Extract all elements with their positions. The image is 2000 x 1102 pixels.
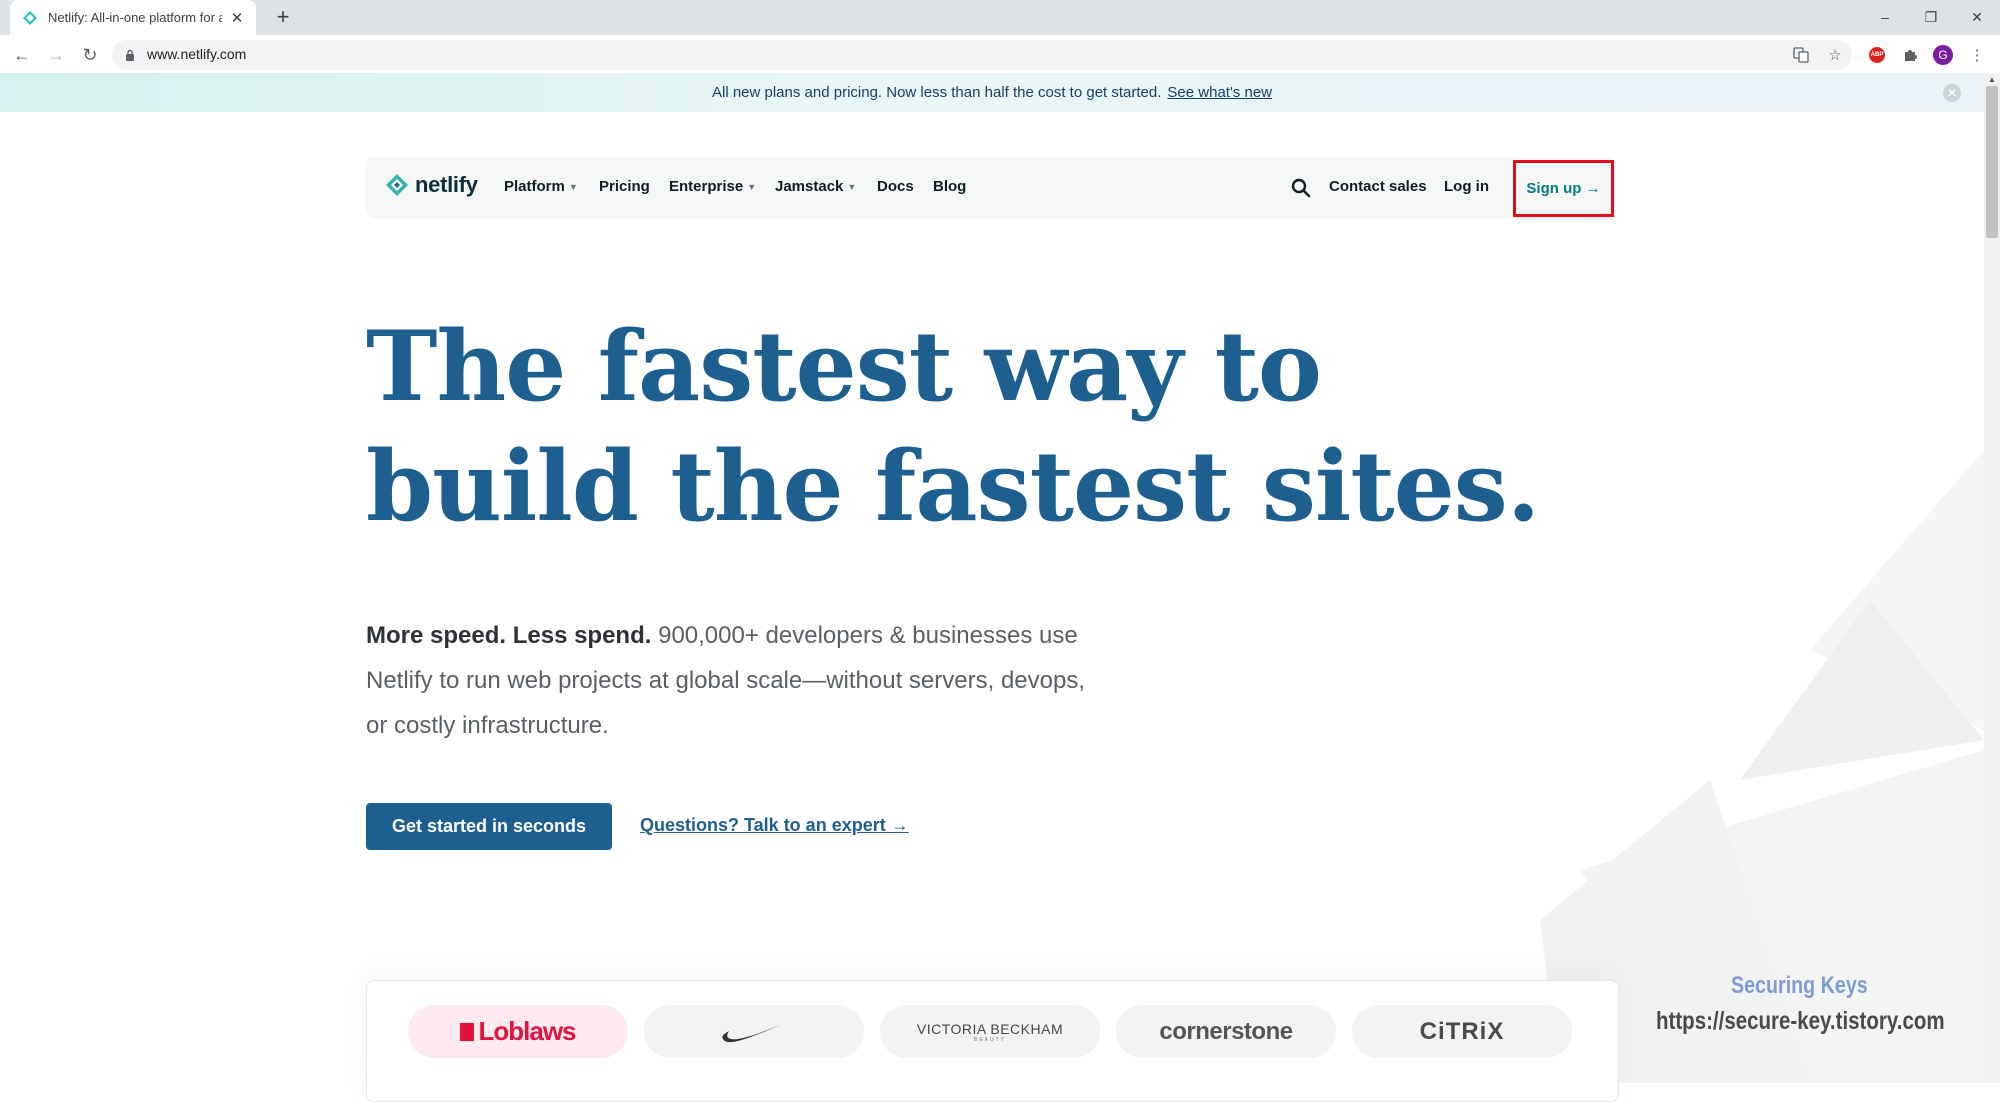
logo-text: netlify [415,172,478,197]
lock-icon [125,48,135,61]
translate-icon[interactable] [1790,44,1812,66]
bookmark-star-icon[interactable]: ☆ [1824,44,1846,66]
netlify-logo[interactable]: netlify [385,172,478,198]
close-window-button[interactable]: ✕ [1954,0,2000,35]
tab-title: Netlify: All-in-one platform for a [48,10,222,25]
sign-up-button[interactable]: Sign up → [1513,160,1614,217]
nav-jamstack[interactable]: Jamstack ▼ [775,178,856,195]
scroll-up-arrow-icon[interactable]: ▲ [1986,76,1998,84]
watermark-url: https://secure-key.tistory.com [1656,1007,1945,1035]
scrollbar-thumb[interactable] [1986,86,1998,238]
profile-avatar[interactable]: G [1932,44,1954,66]
contact-sales-link[interactable]: Contact sales [1329,178,1427,195]
nav-pricing[interactable]: Pricing [599,178,650,195]
nav-blog[interactable]: Blog [933,178,966,195]
hero-subtext-strong: More speed. Less spend. [366,622,652,649]
hero-subtext: More speed. Less spend. 900,000+ develop… [366,613,1086,748]
loblaws-mark-icon [460,1022,475,1041]
restore-button[interactable]: ❐ [1908,0,1954,35]
minimize-button[interactable]: – [1862,0,1908,35]
cornerstone-logo: cornerstone [1116,1005,1336,1058]
talk-to-expert-link[interactable]: Questions? Talk to an expert → [640,815,909,836]
log-in-link[interactable]: Log in [1444,178,1489,195]
nav-enterprise[interactable]: Enterprise ▼ [669,178,756,195]
sign-up-label: Sign up → [1526,180,1601,197]
chevron-down-icon: ▼ [847,181,857,192]
more-menu-icon[interactable]: ⋮ [1966,44,1988,66]
chevron-down-icon: ▼ [568,181,578,192]
netlify-logo-icon [386,174,408,196]
loblaws-logo: Loblaws [408,1005,628,1058]
hero-heading-line-1: The fastest way to [366,310,1322,423]
forward-arrow-icon[interactable]: → [42,41,70,69]
address-bar[interactable] [112,40,1852,70]
watermark-title: Securing Keys [1731,972,1868,999]
extensions-puzzle-icon[interactable] [1899,44,1921,66]
adblock-icon[interactable]: ABP [1866,44,1888,66]
get-started-button[interactable]: Get started in seconds [366,803,612,850]
back-arrow-icon[interactable]: ← [8,41,36,69]
citrix-logo: CiTRiX [1352,1005,1572,1058]
announcement-bar: All new plans and pricing. Now less than… [0,73,1984,112]
tab-close-icon[interactable]: ✕ [228,9,246,27]
netlify-favicon-icon [22,10,38,26]
url-text[interactable]: www.netlify.com [147,46,246,62]
victoria-beckham-logo: VICTORIA BECKHAM BEAUTY [880,1005,1100,1058]
search-icon[interactable] [1291,178,1311,198]
browser-tab[interactable]: Netlify: All-in-one platform for a ✕ [10,0,256,35]
chevron-down-icon: ▼ [747,181,757,192]
announcement-close-icon[interactable]: ✕ [1943,84,1961,102]
reload-icon[interactable]: ↻ [76,41,104,69]
nike-logo [644,1005,864,1058]
hero-heading-line-2: build the fastest sites. [366,430,1540,543]
new-tab-button[interactable]: + [270,4,296,30]
browser-tab-strip [0,0,2000,35]
see-whats-new-link[interactable]: See what's new [1167,84,1272,101]
nav-docs[interactable]: Docs [877,178,914,195]
nav-platform[interactable]: Platform ▼ [504,178,578,195]
announcement-text: All new plans and pricing. Now less than… [711,84,1162,101]
nike-swoosh-icon [722,1022,785,1042]
